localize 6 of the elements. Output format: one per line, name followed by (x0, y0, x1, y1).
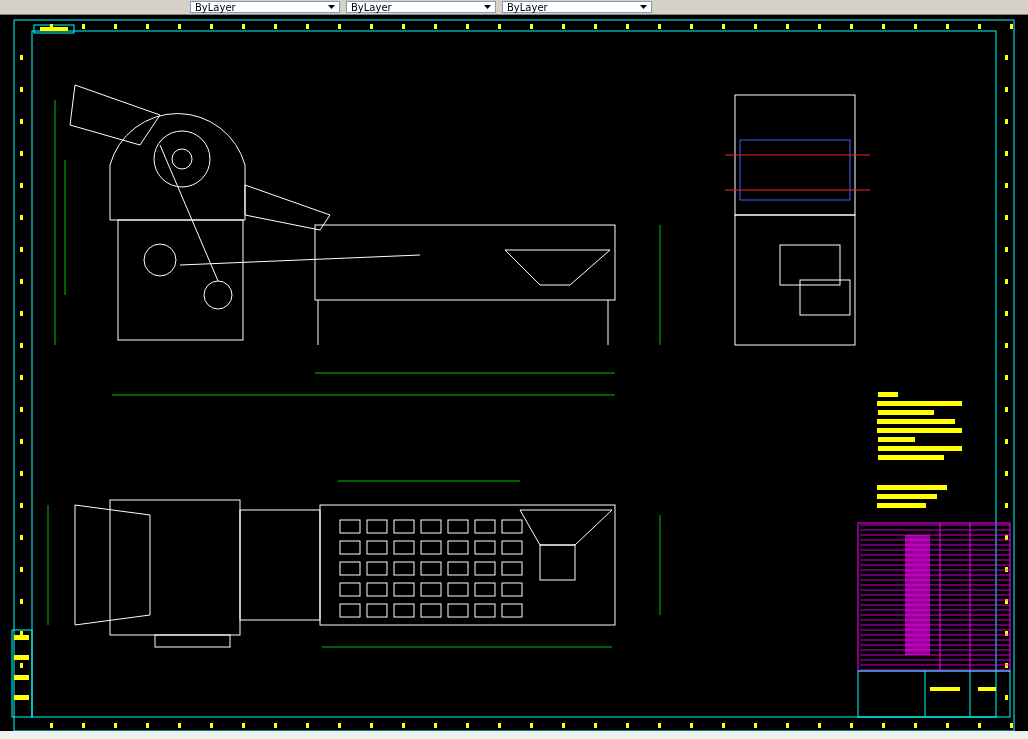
layer-dropdown[interactable]: ByLayer (346, 1, 496, 13)
caret-icon (484, 5, 491, 9)
caret-icon (640, 5, 647, 9)
caret-icon (328, 5, 335, 9)
layer-dropdown[interactable]: ByLayer (190, 1, 340, 13)
layer-dropdown[interactable]: ByLayer (502, 1, 652, 13)
